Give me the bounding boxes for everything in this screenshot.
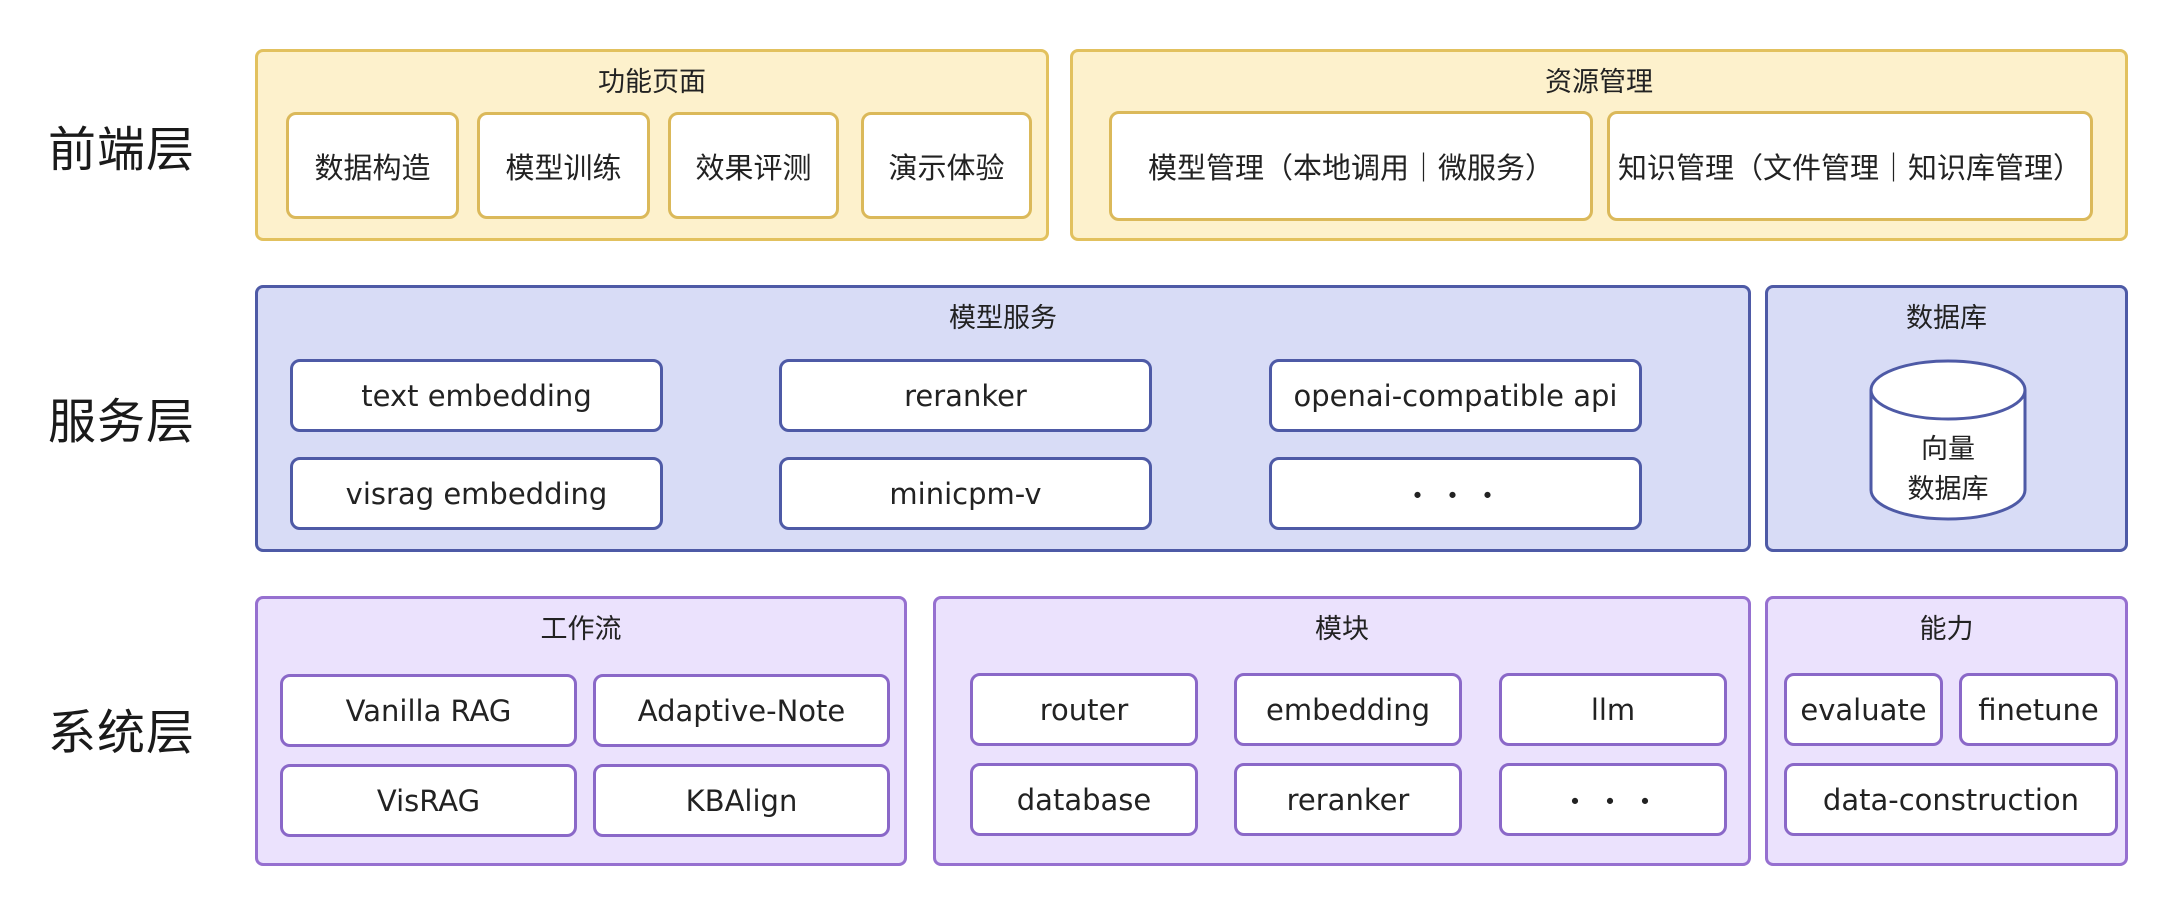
service-layer-label: 服务层 <box>48 394 196 450</box>
modules-panel: 模块 router embedding llm database reranke… <box>933 596 1751 866</box>
database-panel: 数据库 向量 数据库 <box>1765 285 2128 552</box>
function-pages-panel: 功能页面 数据构造 模型训练 效果评测 演示体验 <box>255 49 1049 241</box>
evaluation-page: 效果评测 <box>668 112 839 219</box>
model-training-page: 模型训练 <box>477 112 650 219</box>
model-service-title: 模型服务 <box>949 303 1057 334</box>
workflow-panel: 工作流 Vanilla RAG Adaptive-Note VisRAG KBA… <box>255 596 907 866</box>
model-service-panel: 模型服务 text embedding reranker openai-comp… <box>255 285 1751 552</box>
kbalign-box: KBAlign <box>593 764 890 837</box>
openai-compatible-api-box: openai-compatible api <box>1269 359 1642 432</box>
adaptive-note-box: Adaptive-Note <box>593 674 890 747</box>
vector-database-cylinder: 向量 数据库 <box>1868 358 2028 522</box>
llm-box: llm <box>1499 673 1727 746</box>
cylinder-label-line1: 向量 <box>1921 434 1975 465</box>
visrag-embedding-box: visrag embedding <box>290 457 663 530</box>
resource-management-panel: 资源管理 模型管理（本地调用｜微服务） 知识管理（文件管理｜知识库管理） <box>1070 49 2128 241</box>
database-module-box: database <box>970 763 1198 836</box>
evaluate-box: evaluate <box>1784 673 1943 746</box>
database-title: 数据库 <box>1906 303 1987 334</box>
modules-title: 模块 <box>1315 614 1369 645</box>
text-embedding-box: text embedding <box>290 359 663 432</box>
frontend-layer-label: 前端层 <box>48 122 196 178</box>
capability-panel: 能力 evaluate finetune data-construction <box>1765 596 2128 866</box>
embedding-box: embedding <box>1234 673 1462 746</box>
visrag-box: VisRAG <box>280 764 577 837</box>
capability-title: 能力 <box>1919 614 1974 645</box>
reranker-module-box: reranker <box>1234 763 1462 836</box>
service-more-box: ・・・ <box>1269 457 1642 530</box>
system-layer-label: 系统层 <box>48 705 196 761</box>
vanilla-rag-box: Vanilla RAG <box>280 674 577 747</box>
data-construction-page: 数据构造 <box>286 112 459 219</box>
function-pages-title: 功能页面 <box>598 67 706 98</box>
workflow-title: 工作流 <box>540 614 622 645</box>
resource-management-title: 资源管理 <box>1545 67 1653 98</box>
model-management-box: 模型管理（本地调用｜微服务） <box>1109 111 1593 221</box>
router-box: router <box>970 673 1198 746</box>
knowledge-management-box: 知识管理（文件管理｜知识库管理） <box>1607 111 2093 221</box>
cylinder-label-line2: 数据库 <box>1907 474 1989 505</box>
modules-more-box: ・・・ <box>1499 763 1727 836</box>
demo-page: 演示体验 <box>861 112 1032 219</box>
data-construction-box: data-construction <box>1784 763 2118 836</box>
finetune-box: finetune <box>1959 673 2118 746</box>
reranker-service-box: reranker <box>779 359 1152 432</box>
minicpm-v-box: minicpm-v <box>779 457 1152 530</box>
